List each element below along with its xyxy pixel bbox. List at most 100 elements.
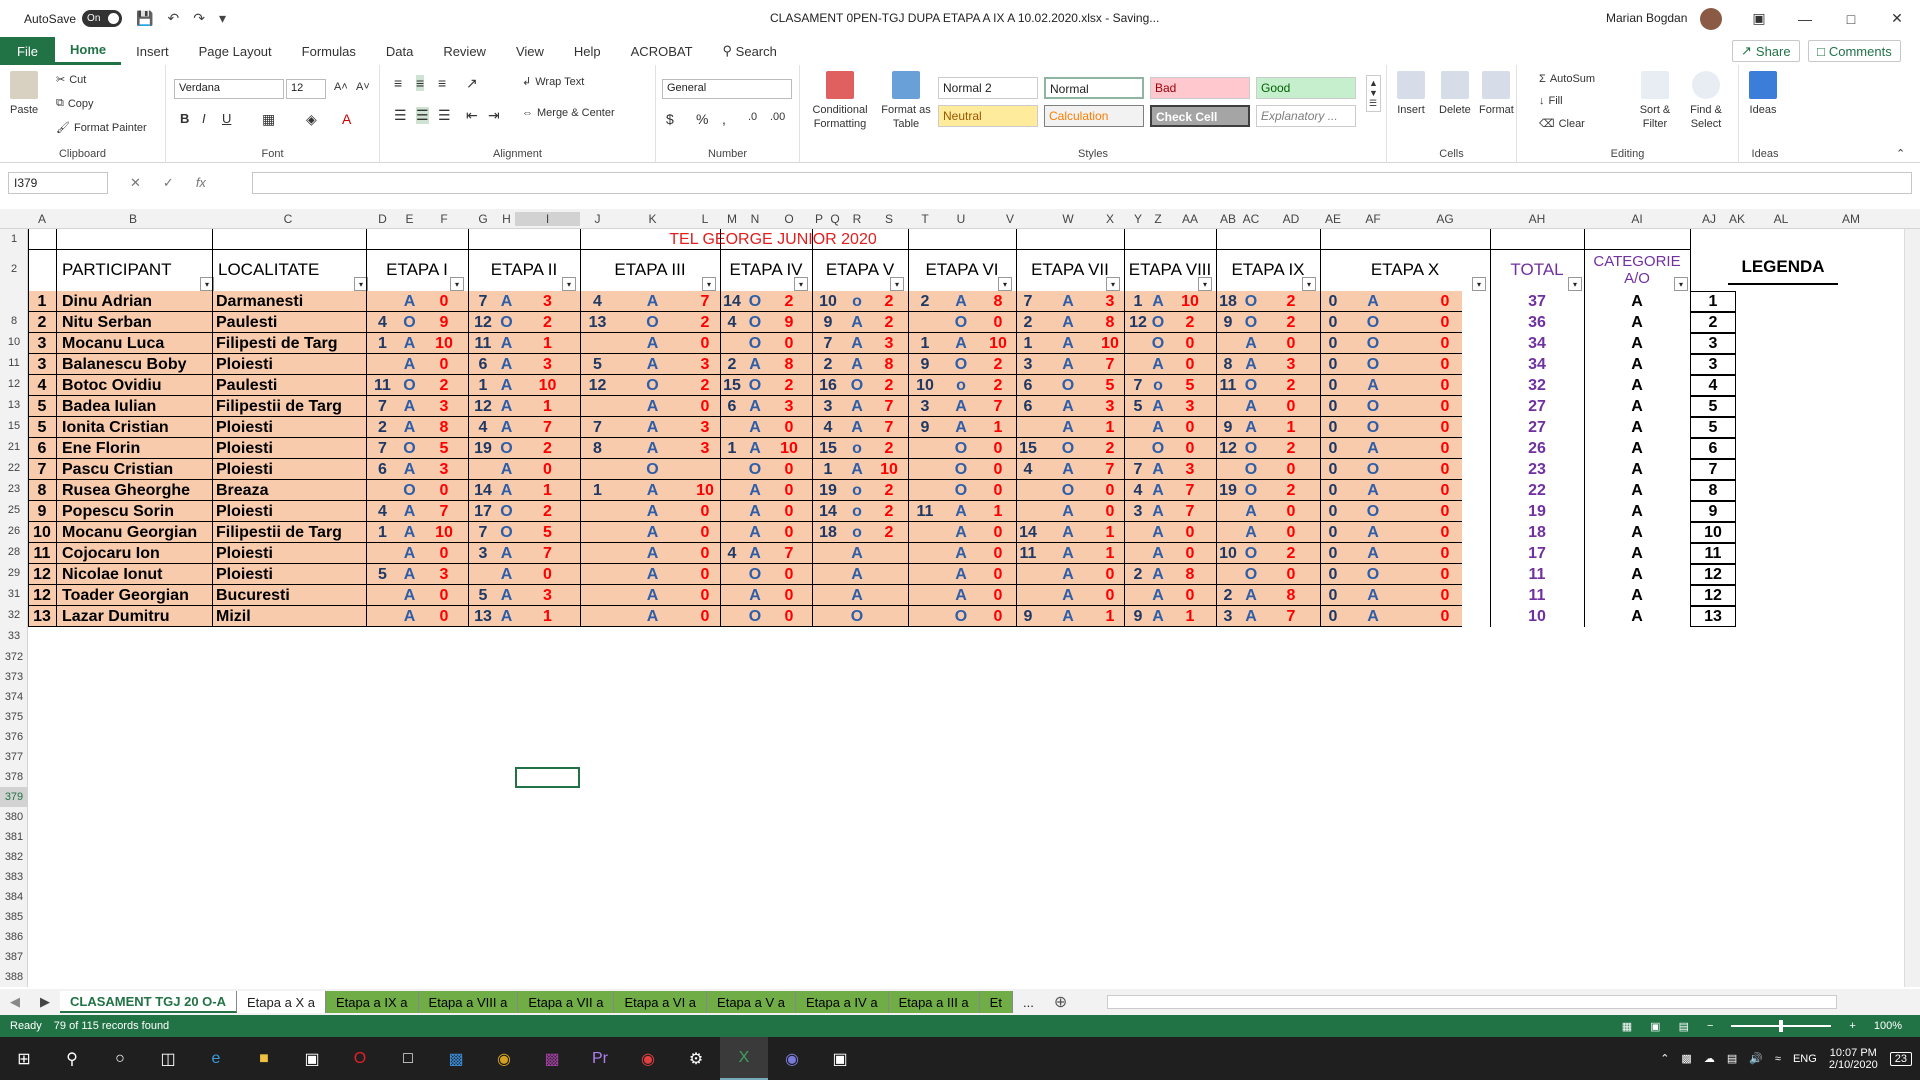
fill-color-icon[interactable]: ◈ xyxy=(306,111,317,128)
comments-button[interactable]: □ Comments xyxy=(1808,40,1901,62)
column-header-z[interactable]: Z xyxy=(1152,212,1164,226)
column-header-i[interactable]: I xyxy=(515,212,580,226)
tab-acrobat[interactable]: ACROBAT xyxy=(616,37,708,65)
column-header-aj[interactable]: AJ xyxy=(1690,212,1728,226)
row-header[interactable]: 11 xyxy=(0,353,28,374)
row-header[interactable]: 385 xyxy=(0,907,28,927)
format-as-table-button[interactable]: Format as Table xyxy=(876,71,936,131)
prev-sheet-icon[interactable]: ◀ xyxy=(0,994,30,1010)
document-icon[interactable]: □ xyxy=(384,1037,432,1080)
customize-qat-icon[interactable]: ▾ xyxy=(219,10,226,27)
format-painter-button[interactable]: 🖌 Format Painter xyxy=(56,121,147,135)
row-header[interactable]: 33 xyxy=(0,626,28,647)
row-header[interactable]: 29 xyxy=(0,563,28,584)
opera-icon[interactable]: O xyxy=(336,1037,384,1080)
network-icon[interactable]: ▤ xyxy=(1727,1052,1737,1065)
column-header-ag[interactable]: AG xyxy=(1400,212,1490,226)
column-header-ah[interactable]: AH xyxy=(1490,212,1584,226)
wifi-icon[interactable]: ≈ xyxy=(1775,1053,1781,1065)
fx-icon[interactable]: fx xyxy=(196,175,206,191)
font-size-select[interactable]: 12 xyxy=(286,79,326,99)
row-header[interactable]: 10 xyxy=(0,332,28,353)
teams-icon[interactable]: ◉ xyxy=(768,1037,816,1080)
row-header[interactable]: 1 xyxy=(0,229,28,249)
row-header[interactable]: 22 xyxy=(0,458,28,479)
column-header-ac[interactable]: AC xyxy=(1240,212,1262,226)
excel-taskbar-icon[interactable]: X xyxy=(720,1037,768,1080)
onedrive-icon[interactable]: ☁ xyxy=(1704,1052,1715,1065)
clock[interactable]: 10:07 PM 2/10/2020 xyxy=(1829,1047,1878,1071)
zoom-slider[interactable] xyxy=(1731,1020,1832,1032)
search-box[interactable]: ⚲ Search xyxy=(708,37,792,65)
filter-dropdown-icon[interactable]: ▾ xyxy=(1302,277,1316,291)
find-select-button[interactable]: Find & Select xyxy=(1681,71,1731,131)
copy-button[interactable]: ⧉ Copy xyxy=(56,97,94,110)
row-header[interactable]: 31 xyxy=(0,584,28,605)
row-header[interactable]: 386 xyxy=(0,927,28,947)
style-check-cell[interactable]: Check Cell xyxy=(1150,105,1250,127)
sheet-tab[interactable]: Etapa a IV a xyxy=(796,991,889,1013)
avatar[interactable] xyxy=(1700,8,1722,30)
comma-icon[interactable]: , xyxy=(722,111,726,127)
sheet-tab[interactable]: Et xyxy=(979,991,1013,1013)
selected-cell[interactable] xyxy=(515,767,580,788)
orientation-icon[interactable]: ↗ xyxy=(466,75,478,92)
user-name[interactable]: Marian Bogdan xyxy=(1606,11,1687,25)
row-header[interactable]: 380 xyxy=(0,807,28,827)
filter-dropdown-icon[interactable]: ▾ xyxy=(702,277,716,291)
row-header[interactable]: 383 xyxy=(0,867,28,887)
increase-decimal-icon[interactable]: .0 xyxy=(748,111,757,123)
row-header[interactable]: 28 xyxy=(0,542,28,563)
row-header[interactable]: 21 xyxy=(0,437,28,458)
vertical-scrollbar[interactable] xyxy=(1904,229,1920,987)
wrap-text-button[interactable]: ↲ Wrap Text xyxy=(522,75,584,89)
column-header-w[interactable]: W xyxy=(1040,212,1096,226)
tab-home[interactable]: Home xyxy=(55,37,122,65)
filter-dropdown-icon[interactable]: ▾ xyxy=(998,277,1012,291)
row-header[interactable]: 376 xyxy=(0,727,28,747)
font-color-icon[interactable]: A xyxy=(342,111,351,127)
ribbon-display-icon[interactable]: ▣ xyxy=(1736,0,1782,37)
row-header[interactable]: 381 xyxy=(0,827,28,847)
filter-dropdown-icon[interactable]: ▾ xyxy=(562,277,576,291)
clear-button[interactable]: ⌫ Clear xyxy=(1539,117,1585,131)
autosum-button[interactable]: Σ AutoSum xyxy=(1539,73,1595,85)
column-header-ak[interactable]: AK xyxy=(1728,212,1746,226)
column-header-x[interactable]: X xyxy=(1096,212,1124,226)
number-format-select[interactable]: General xyxy=(662,79,792,99)
column-header-u[interactable]: U xyxy=(942,212,980,226)
style-good[interactable]: Good xyxy=(1256,77,1356,99)
row-header[interactable]: 32 xyxy=(0,605,28,626)
spreadsheet-grid[interactable]: A B C D E F G H I J K L M N O P Q R S T U V W X Y Z AA AB AC AD AE AF AG… xyxy=(0,209,1920,987)
font-name-select[interactable]: Verdana xyxy=(174,79,284,99)
windows-start-icon[interactable]: ⊞ xyxy=(0,1037,48,1080)
sheet-tab[interactable]: Etapa a X a xyxy=(237,991,326,1013)
column-header-c[interactable]: C xyxy=(210,212,366,226)
row-header[interactable]: 388 xyxy=(0,967,28,987)
cancel-icon[interactable]: ✕ xyxy=(130,175,141,191)
italic-button[interactable]: I xyxy=(202,111,206,126)
edge-icon[interactable]: e xyxy=(192,1037,240,1080)
remote-icon[interactable]: ▣ xyxy=(816,1037,864,1080)
sheet-tab[interactable]: Etapa a VI a xyxy=(614,991,708,1013)
column-header-f[interactable]: F xyxy=(420,212,468,226)
filter-dropdown-icon[interactable]: ▾ xyxy=(1198,277,1212,291)
column-header-g[interactable]: G xyxy=(468,212,498,226)
bold-button[interactable]: B xyxy=(180,111,189,126)
redo-icon[interactable]: ↷ xyxy=(193,10,205,27)
column-header-q[interactable]: Q xyxy=(826,212,844,226)
zoom-thumb[interactable] xyxy=(1779,1020,1784,1032)
row-header[interactable]: 374 xyxy=(0,687,28,707)
column-header-m[interactable]: M xyxy=(720,212,744,226)
row-header[interactable]: 12 xyxy=(0,374,28,395)
add-sheet-icon[interactable]: ⊕ xyxy=(1054,992,1067,1012)
align-middle-icon[interactable]: ≡ xyxy=(416,75,425,91)
tab-help[interactable]: Help xyxy=(559,37,616,65)
sheet-tab[interactable]: Etapa a VII a xyxy=(518,991,615,1013)
cortana-icon[interactable]: ○ xyxy=(96,1037,144,1080)
insert-button[interactable]: Insert xyxy=(1397,71,1425,117)
close-icon[interactable]: ✕ xyxy=(1874,0,1920,37)
tab-formulas[interactable]: Formulas xyxy=(287,37,371,65)
styles-scroll-icon[interactable]: ▲ ▼ ☰ xyxy=(1366,75,1381,112)
next-sheet-icon[interactable]: ▶ xyxy=(30,994,60,1010)
